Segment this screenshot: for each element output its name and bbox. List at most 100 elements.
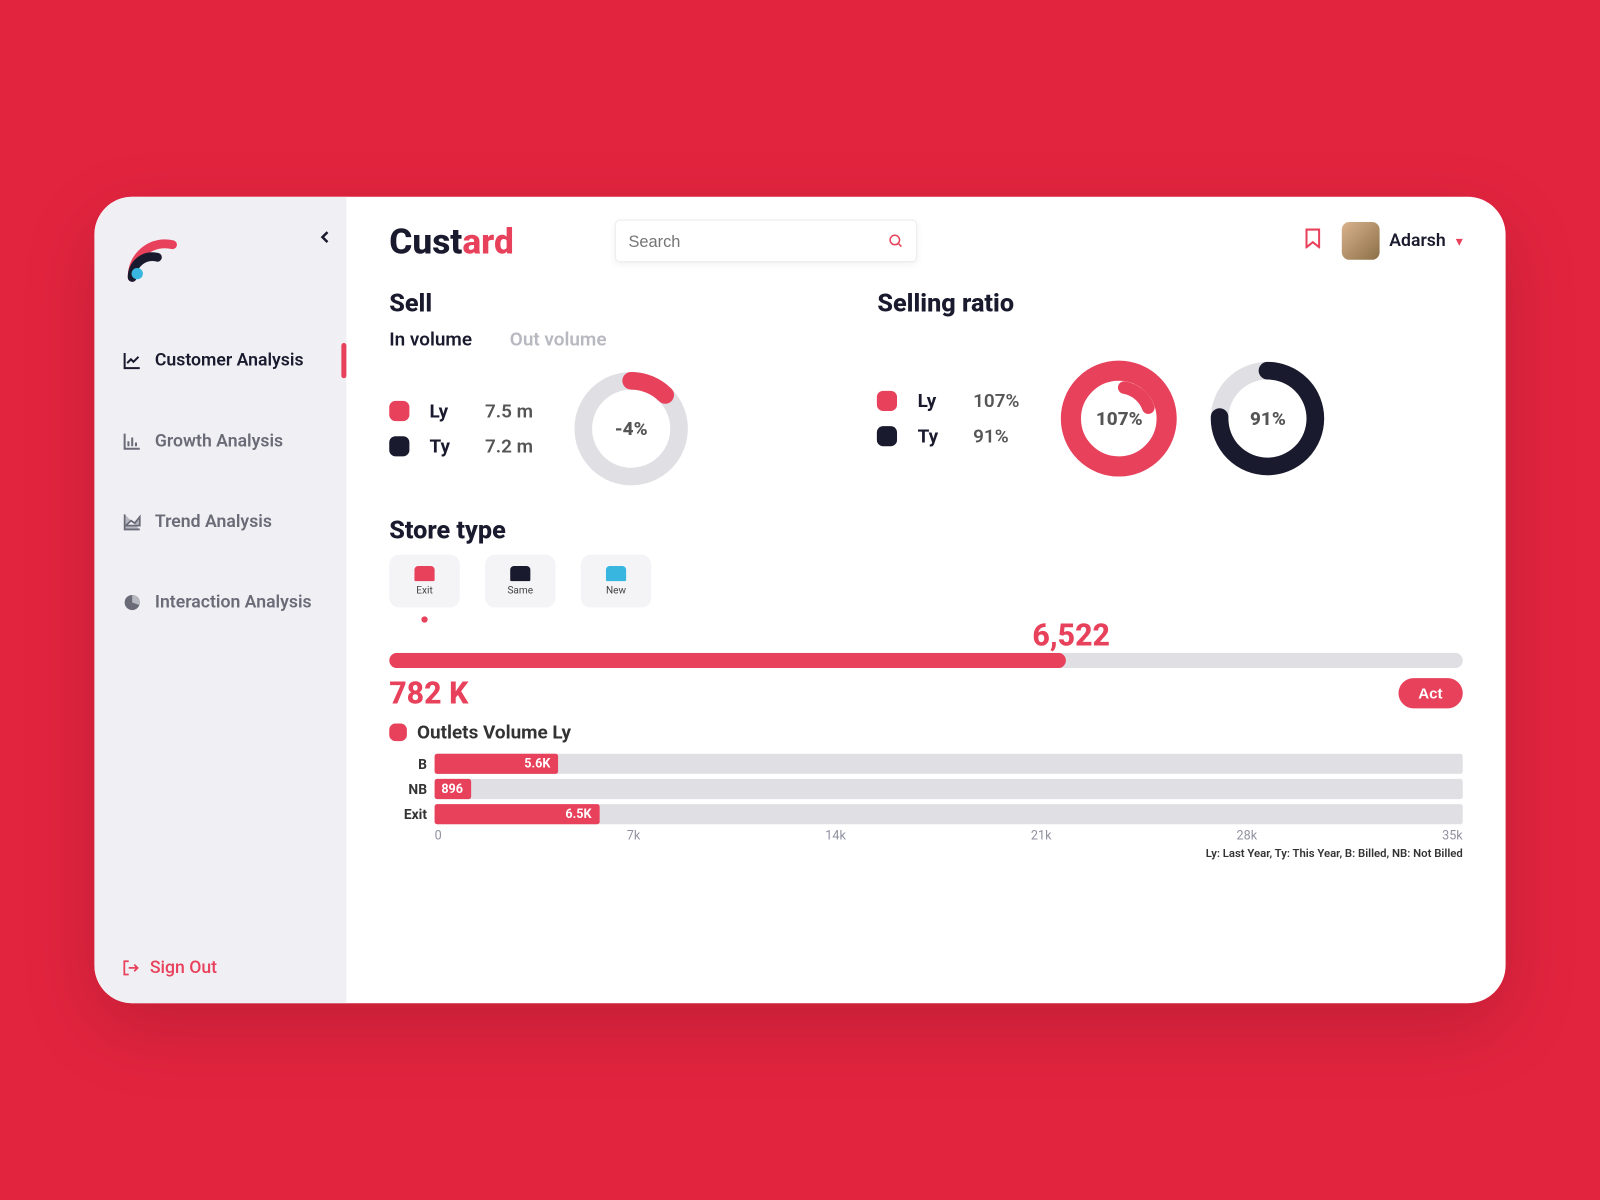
topbar: Custard Adarsh ▾	[389, 219, 1463, 262]
sidebar: Customer Analysis Growth Analysis Trend …	[94, 197, 346, 1003]
axis-tick: 14k	[825, 829, 846, 843]
axis-tick: 35k	[1442, 829, 1463, 843]
ratio-ly-label: Ly	[918, 390, 953, 413]
outlets-chart: B 5.6K NB 896 Exit 6.5K 0 7k 14k 21k 28k…	[389, 754, 1463, 843]
sign-out-label: Sign Out	[150, 958, 217, 978]
store-progress-bar	[389, 653, 1463, 668]
axis-tick: 0	[435, 829, 442, 843]
axis-tick: 28k	[1237, 829, 1258, 843]
nav-label: Growth Analysis	[155, 431, 283, 451]
bar-label: NB	[389, 781, 427, 797]
brand-title: Custard	[389, 220, 514, 262]
line-chart-icon	[122, 351, 142, 371]
sell-title: Sell	[389, 288, 839, 318]
collapse-sidebar-button[interactable]	[319, 225, 332, 249]
store-type-exit[interactable]: Exit	[389, 555, 460, 608]
sidebar-item-interaction-analysis[interactable]: Interaction Analysis	[94, 580, 346, 625]
ratio-donut-ly: 107%	[1056, 356, 1182, 482]
legend-footnote: Ly: Last Year, Ty: This Year, B: Billed,…	[389, 848, 1463, 861]
ratio-ty-center: 91%	[1205, 356, 1331, 482]
axis-tick: 21k	[1031, 829, 1052, 843]
bar-label: Exit	[389, 806, 427, 822]
user-menu[interactable]: Adarsh ▾	[1341, 222, 1462, 260]
chevron-left-icon	[319, 231, 332, 244]
avatar	[1341, 222, 1379, 260]
chevron-down-icon: ▾	[1456, 233, 1463, 249]
sell-ly-label: Ly	[430, 400, 465, 423]
ratio-ty-value: 91%	[973, 425, 1033, 448]
axis-tick: 7k	[627, 829, 640, 843]
sell-delta-donut: -4%	[568, 366, 694, 492]
outlets-axis: 0 7k 14k 21k 28k 35k	[389, 829, 1463, 843]
store-progress-fill	[389, 653, 1065, 668]
nav-label: Customer Analysis	[155, 351, 304, 371]
brand-first: Cust	[389, 220, 462, 262]
store-icon	[414, 566, 434, 581]
logo	[127, 235, 346, 288]
bar-label: B	[389, 756, 427, 772]
ratio-donut-ty: 91%	[1205, 356, 1331, 482]
sign-out-button[interactable]: Sign Out	[94, 940, 346, 1003]
sell-ly-value: 7.5 m	[485, 400, 545, 423]
nav-label: Trend Analysis	[155, 512, 272, 532]
bar-row-exit: Exit 6.5K	[389, 804, 1463, 824]
search-icon	[888, 233, 903, 248]
store-type-new[interactable]: New	[581, 555, 652, 608]
bar-value: 896	[441, 779, 463, 799]
sell-delta-value: -4%	[568, 366, 694, 492]
main-content: Custard Adarsh ▾ Sell In	[346, 197, 1505, 1003]
sign-out-icon	[122, 959, 140, 977]
store-bottom-value: 782 K	[389, 676, 468, 711]
sell-ty-label: Ty	[430, 435, 465, 458]
brand-accent: ard	[462, 220, 513, 262]
dot-red-icon	[877, 391, 897, 411]
store-icon	[606, 566, 626, 581]
act-button[interactable]: Act	[1398, 678, 1463, 708]
ratio-ty-label: Ty	[918, 425, 953, 448]
bar-row-b: B 5.6K	[389, 754, 1463, 774]
tab-out-volume[interactable]: Out volume	[510, 328, 607, 351]
store-type-label: Same	[507, 585, 533, 596]
outlets-title: Outlets Volume Ly	[417, 721, 571, 744]
bar-chart-icon	[122, 431, 142, 451]
area-chart-icon	[122, 512, 142, 532]
bookmark-icon[interactable]	[1304, 228, 1322, 253]
store-type-title: Store type	[389, 514, 506, 544]
user-name: Adarsh	[1389, 231, 1445, 251]
nav-label: Interaction Analysis	[155, 592, 312, 612]
sidebar-item-growth-analysis[interactable]: Growth Analysis	[94, 419, 346, 464]
store-icon	[510, 566, 530, 581]
search-box[interactable]	[615, 219, 917, 262]
app-window: Customer Analysis Growth Analysis Trend …	[94, 197, 1505, 1003]
dot-navy-icon	[389, 436, 409, 456]
dot-red-icon	[389, 723, 407, 741]
sell-card: Sell In volume Out volume Ly 7.5 m	[389, 288, 839, 492]
dot-navy-icon	[877, 426, 897, 446]
bar-value: 6.5K	[565, 804, 591, 824]
tab-in-volume[interactable]: In volume	[389, 328, 472, 351]
store-type-label: New	[606, 585, 626, 596]
nav: Customer Analysis Growth Analysis Trend …	[94, 338, 346, 940]
ratio-ly-center: 107%	[1056, 356, 1182, 482]
ratio-ly-value: 107%	[973, 390, 1033, 413]
search-input[interactable]	[629, 231, 889, 250]
sell-ty-value: 7.2 m	[485, 435, 545, 458]
sell-row-ty: Ty 7.2 m	[389, 435, 545, 458]
store-top-value: 6,522	[389, 618, 1110, 653]
sell-kv: Ly 7.5 m Ty 7.2 m	[389, 400, 545, 458]
sidebar-item-customer-analysis[interactable]: Customer Analysis	[94, 338, 346, 383]
bar-value: 5.6K	[524, 754, 550, 774]
selling-ratio-card: Selling ratio Ly 107% Ty 91%	[877, 288, 1462, 492]
top-actions: Adarsh ▾	[1304, 222, 1463, 260]
ratio-row-ly: Ly 107%	[877, 390, 1033, 413]
sidebar-item-trend-analysis[interactable]: Trend Analysis	[94, 499, 346, 544]
ratio-kv: Ly 107% Ty 91%	[877, 390, 1033, 448]
store-type-same[interactable]: Same	[485, 555, 556, 608]
store-type-label: Exit	[416, 585, 432, 596]
bar-row-nb: NB 896	[389, 779, 1463, 799]
ratio-title: Selling ratio	[877, 288, 1462, 318]
sell-row-ly: Ly 7.5 m	[389, 400, 545, 423]
ratio-row-ty: Ty 91%	[877, 425, 1033, 448]
pie-chart-icon	[122, 592, 142, 612]
dot-red-icon	[389, 401, 409, 421]
